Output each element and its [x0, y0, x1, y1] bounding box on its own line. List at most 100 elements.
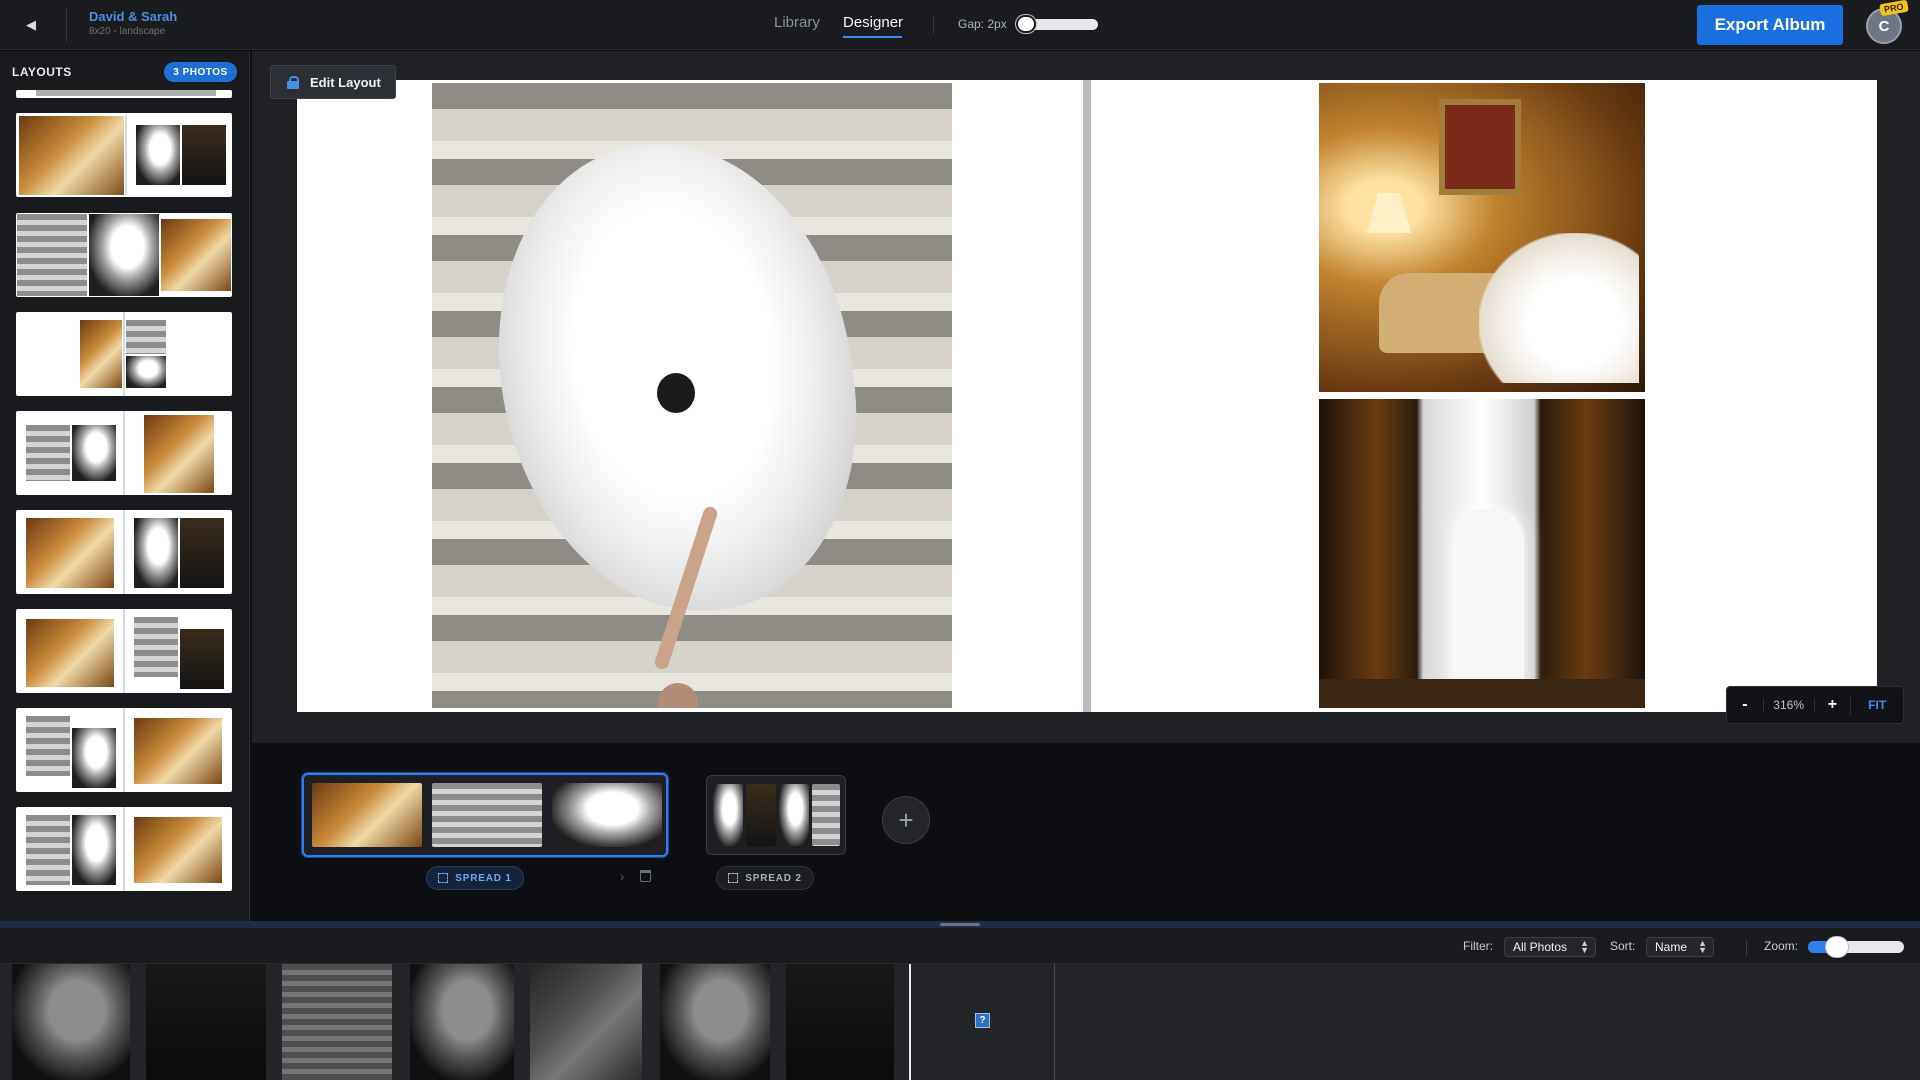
splitter-handle[interactable] — [940, 923, 980, 926]
layout-option-6[interactable] — [16, 609, 232, 693]
layout-thumb — [180, 518, 224, 588]
tray-divider-line — [1746, 940, 1747, 956]
spread-2-label[interactable]: SPREAD 2 — [716, 866, 814, 890]
layout-spine — [123, 807, 125, 891]
layouts-sidebar: LAYOUTS 3 PHOTOS — [0, 51, 250, 921]
edit-layout-button[interactable]: Edit Layout — [270, 65, 396, 99]
export-album-button[interactable]: Export Album — [1697, 5, 1843, 45]
photo-detail — [657, 373, 695, 413]
layout-thumb — [89, 214, 159, 296]
missing-image-icon: ? — [975, 1013, 990, 1028]
spread-thumb — [552, 783, 662, 847]
layout-spine — [123, 609, 125, 693]
select-caret-icon: ▲ ▼ — [1698, 938, 1707, 955]
layout-thumb — [126, 356, 166, 388]
layout-thumb — [134, 617, 178, 677]
layout-thumb — [161, 219, 231, 291]
zoom-fit-button[interactable]: FIT — [1851, 698, 1903, 712]
layout-option-5[interactable] — [16, 510, 232, 594]
add-spread-button[interactable]: + — [882, 796, 930, 844]
tray-photo[interactable] — [660, 964, 770, 1080]
zoom-label: Zoom: — [1764, 939, 1799, 953]
layout-thumb — [182, 125, 226, 185]
gap-slider-handle[interactable] — [1016, 15, 1036, 33]
layout-thumb — [36, 90, 216, 96]
zoom-value: 316% — [1762, 698, 1815, 712]
tray-photo[interactable] — [530, 964, 642, 1080]
trash-icon[interactable] — [640, 870, 651, 882]
photo-count-badge: 3 PHOTOS — [164, 62, 237, 82]
spread-thumb — [312, 783, 422, 847]
sort-select[interactable]: Name ▲ ▼ — [1646, 937, 1714, 957]
canvas-zoom-control: - 316% + FIT — [1726, 686, 1904, 724]
photo-detail — [1439, 99, 1521, 195]
header-divider — [66, 8, 67, 42]
layout-option-7[interactable] — [16, 708, 232, 792]
photo-detail — [1479, 233, 1639, 383]
expand-icon — [728, 873, 739, 883]
nav-divider — [933, 16, 934, 34]
zoom-out-button[interactable]: - — [1727, 696, 1763, 714]
tab-library[interactable]: Library — [774, 14, 820, 31]
tray-divider — [909, 964, 911, 1080]
layout-thumb — [72, 425, 116, 481]
tray-zoom-slider-handle[interactable] — [1826, 937, 1848, 957]
tray-photo[interactable] — [282, 964, 392, 1080]
layout-thumb — [26, 716, 70, 776]
photo-bride-lamp[interactable] — [1319, 83, 1645, 392]
album-spine — [1083, 80, 1091, 712]
expand-icon — [438, 873, 449, 883]
layout-option-2[interactable] — [16, 213, 232, 297]
spread-1-label[interactable]: SPREAD 1 — [426, 866, 524, 890]
spread-2-card[interactable] — [706, 775, 846, 855]
top-bar: ◀ David & Sarah 8x20 - landscape Library… — [0, 0, 1920, 50]
filter-label: Filter: — [1463, 939, 1493, 953]
spread-thumb — [713, 784, 743, 846]
layout-option-1[interactable] — [16, 113, 232, 197]
plus-icon: + — [898, 804, 914, 835]
spread-label-text: SPREAD 2 — [745, 872, 802, 884]
back-arrow-icon[interactable]: ◀ — [18, 13, 44, 37]
layout-option-8[interactable] — [16, 807, 232, 891]
layout-spine — [123, 312, 125, 396]
album-subtitle: 8x20 - landscape — [89, 26, 166, 37]
layout-option-3[interactable] — [16, 312, 232, 396]
select-caret-icon: ▲ ▼ — [1580, 938, 1589, 955]
spread-thumb — [746, 784, 776, 846]
chevron-right-icon[interactable]: › — [620, 869, 624, 884]
photo-bride-window[interactable] — [1319, 399, 1645, 708]
layout-option-partial[interactable] — [16, 90, 232, 98]
photo-detail — [658, 683, 698, 708]
layout-spine — [123, 411, 125, 495]
tray-photo[interactable] — [786, 964, 894, 1080]
spread-1-card[interactable] — [302, 773, 668, 857]
filter-select[interactable]: All Photos ▲ ▼ — [1504, 937, 1596, 957]
spread-thumb — [779, 784, 809, 846]
gap-label: Gap: 2px — [958, 17, 1007, 31]
layout-thumb — [72, 728, 116, 788]
zoom-in-button[interactable]: + — [1815, 696, 1851, 714]
layout-thumb — [144, 415, 214, 493]
pro-badge: PRO — [1879, 0, 1909, 17]
spread-thumb — [812, 784, 840, 846]
layout-thumb — [134, 518, 178, 588]
active-tab-indicator — [843, 36, 902, 38]
layout-spine — [123, 510, 125, 594]
tab-designer[interactable]: Designer — [843, 14, 903, 31]
lock-icon — [287, 75, 299, 89]
layout-spine — [123, 708, 125, 792]
layout-thumb — [126, 320, 166, 354]
photo-bride-stairs[interactable] — [432, 83, 952, 708]
album-title[interactable]: David & Sarah — [89, 9, 177, 24]
layout-thumb — [72, 815, 116, 885]
tray-photo[interactable] — [410, 964, 514, 1080]
sort-value: Name — [1655, 940, 1688, 954]
layout-thumb — [26, 619, 114, 687]
layout-thumb — [17, 214, 87, 296]
tray-photo[interactable] — [12, 964, 130, 1080]
sort-label: Sort: — [1610, 939, 1636, 953]
tray-photo[interactable] — [146, 964, 266, 1080]
layout-option-4[interactable] — [16, 411, 232, 495]
layout-thumb — [26, 815, 70, 885]
photo-detail — [1367, 193, 1411, 233]
